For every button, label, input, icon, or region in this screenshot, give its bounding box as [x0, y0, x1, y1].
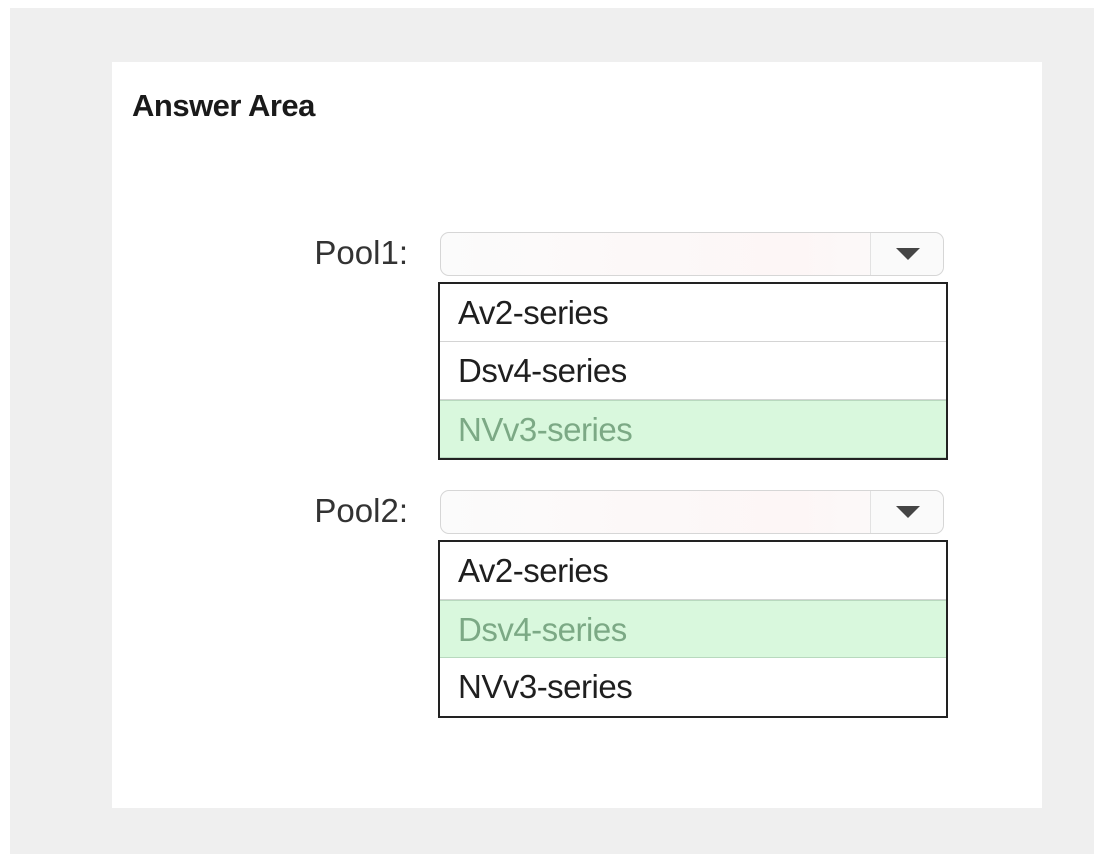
- pool1-option-list: Av2-series Dsv4-series NVv3-series: [438, 282, 948, 460]
- pool2-option-dsv4-selected[interactable]: Dsv4-series: [440, 600, 946, 658]
- pool1-option-av2[interactable]: Av2-series: [440, 284, 946, 342]
- pool1-option-nvv3-selected[interactable]: NVv3-series: [440, 400, 946, 458]
- pool2-option-list: Av2-series Dsv4-series NVv3-series: [438, 540, 948, 718]
- pool1-label: Pool1:: [314, 234, 408, 271]
- pool2-dropdown-toggle[interactable]: [870, 491, 943, 533]
- pool2-label: Pool2:: [314, 492, 408, 529]
- pool1-dropdown[interactable]: [440, 232, 944, 276]
- answer-area-title: Answer Area: [132, 88, 315, 123]
- pool1-option-dsv4[interactable]: Dsv4-series: [440, 342, 946, 400]
- pool2-option-nvv3[interactable]: NVv3-series: [440, 658, 946, 716]
- pool2-dropdown[interactable]: [440, 490, 944, 534]
- pool2-option-av2[interactable]: Av2-series: [440, 542, 946, 600]
- chevron-down-icon: [896, 248, 920, 260]
- pool1-dropdown-toggle[interactable]: [870, 233, 943, 275]
- chevron-down-icon: [896, 506, 920, 518]
